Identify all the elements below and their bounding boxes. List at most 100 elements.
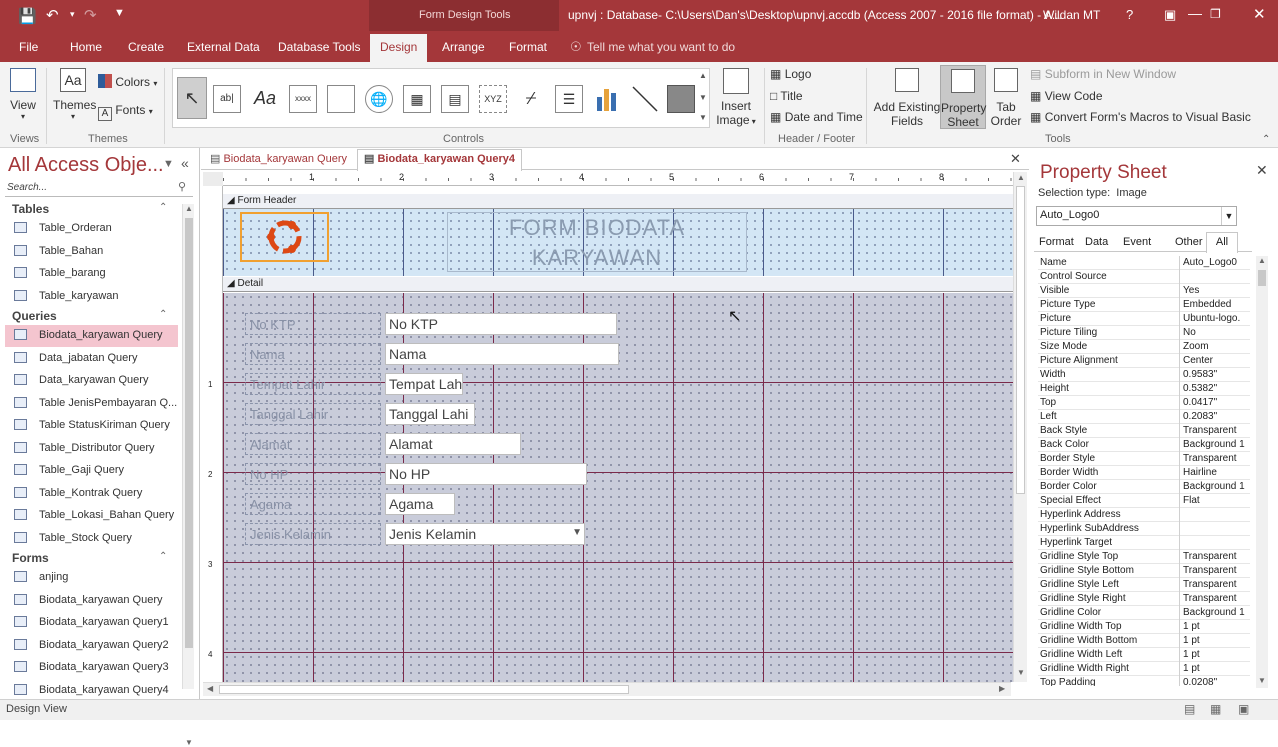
tab-control-icon[interactable] [327,85,355,113]
property-value[interactable]: Hairline [1183,467,1253,478]
logo-button[interactable]: ▦ Logo [770,67,811,81]
property-row[interactable]: Top Padding 0.0208" [1038,676,1250,686]
doc-tab-biodata-query[interactable]: ▤ Biodata_karyawan Query [204,150,353,170]
form-view-icon[interactable]: ▤ [1184,702,1195,716]
detail-section[interactable]: No KTP No KTP Nama Nama Tempat Lahir Tem… [223,293,1013,682]
property-row[interactable]: Back Style Transparent [1038,424,1250,438]
property-value[interactable]: Flat [1183,495,1253,506]
nav-item-query[interactable]: Table StatusKiriman Query [14,419,170,431]
nav-pane-title[interactable]: All Access Obje... [8,154,164,177]
close-document-icon[interactable]: ✕ [1010,151,1021,167]
field-label[interactable]: No HP [245,463,381,485]
collapse-section-icon[interactable]: ⌃ [159,309,167,320]
scroll-down-icon[interactable]: ▼ [185,738,193,747]
layout-view-icon[interactable]: ▦ [1210,702,1221,716]
field-textbox[interactable]: Nama [385,343,619,365]
nav-scroll-thumb[interactable] [185,218,193,648]
prop-tab-format[interactable]: Format [1039,236,1074,248]
property-value[interactable]: Transparent [1183,579,1253,590]
property-value[interactable]: 0.0208" [1183,677,1253,686]
save-icon[interactable]: 💾 [18,7,37,25]
property-value[interactable]: 1 pt [1183,635,1253,646]
close-pane-icon[interactable]: ✕ [1256,162,1268,179]
property-value[interactable]: 0.9583" [1183,369,1253,380]
tab-arrange[interactable]: Arrange [442,40,485,54]
combo-box-icon[interactable]: ☰ [555,85,583,113]
page-break-icon[interactable]: ⌿ [517,85,545,113]
nav-search-input[interactable]: Search... [7,182,47,193]
property-row[interactable]: Gridline Style Bottom Transparent [1038,564,1250,578]
property-row[interactable]: Gridline Width Left 1 pt [1038,648,1250,662]
scroll-down-icon[interactable]: ▼ [1017,668,1025,677]
property-value[interactable]: Embedded [1183,299,1253,310]
doc-vscroll-thumb[interactable] [1016,186,1025,494]
nav-section-forms[interactable]: Forms [12,551,49,565]
property-row[interactable]: Gridline Color Background 1 [1038,606,1250,620]
property-row[interactable]: Hyperlink Address [1038,508,1250,522]
property-value[interactable]: No [1183,327,1253,338]
add-existing-fields-button[interactable]: Add Existing Fields [873,68,941,128]
themes-button[interactable]: Aa Themes ▾ [53,68,96,121]
nav-item-query[interactable]: Data_karyawan Query [14,374,148,386]
gallery-scroll-up-icon[interactable]: ▲ [699,71,707,80]
collapse-section-icon[interactable]: ⌃ [159,551,167,562]
property-row[interactable]: Size Mode Zoom [1038,340,1250,354]
property-value[interactable]: Center [1183,355,1253,366]
label-control-icon[interactable]: Aa [251,85,279,113]
field-label[interactable]: Alamat [245,433,381,455]
property-row[interactable]: Name Auto_Logo0 [1038,256,1250,270]
property-value[interactable]: Background 1 [1183,481,1253,492]
doc-vertical-scrollbar[interactable]: ▲ ▼ [1013,172,1027,682]
tab-database-tools[interactable]: Database Tools [278,40,361,54]
view-code-button[interactable]: ▦ View Code [1030,89,1103,103]
form-title-label[interactable]: FORM BIODATA KARYAWAN [447,212,747,272]
nav-item-table[interactable]: Table_Bahan [14,245,103,257]
prop-tab-event[interactable]: Event [1123,236,1151,248]
property-value[interactable]: Background 1 [1183,607,1253,618]
collapse-ribbon-icon[interactable]: ⌃ [1262,134,1270,145]
nav-item-query[interactable]: Table JenisPembayaran Q... [14,397,177,409]
property-row[interactable]: Visible Yes [1038,284,1250,298]
property-row[interactable]: Hyperlink Target [1038,536,1250,550]
field-label[interactable]: Tempat Lahir [245,373,381,395]
property-row[interactable]: Back Color Background 1 [1038,438,1250,452]
scroll-down-icon[interactable]: ▼ [1258,676,1266,685]
field-textbox[interactable]: No KTP [385,313,617,335]
nav-item-table[interactable]: Table_karyawan [14,290,119,302]
scroll-left-icon[interactable]: ◀ [207,684,213,693]
navigation-control-icon[interactable]: ▤ [441,85,469,113]
property-value[interactable]: 0.5382" [1183,383,1253,394]
doc-horizontal-scrollbar[interactable]: ◀ ▶ [203,682,1011,696]
field-label[interactable]: Nama [245,343,381,365]
web-browser-control-icon[interactable]: ▦ [403,85,431,113]
property-row[interactable]: Gridline Width Right 1 pt [1038,662,1250,676]
nav-item-table[interactable]: Table_barang [14,267,106,279]
combo-box[interactable]: Jenis Kelamin ▼ [385,523,585,545]
field-textbox[interactable]: No HP [385,463,587,485]
tab-order-button[interactable]: Tab Order [989,68,1023,128]
view-button[interactable]: View ▾ [6,68,40,121]
property-row[interactable]: Gridline Width Top 1 pt [1038,620,1250,634]
design-view-icon[interactable]: ▣ [1238,702,1249,716]
property-row[interactable]: Picture Tiling No [1038,326,1250,340]
field-label[interactable]: No KTP [245,313,381,335]
horizontal-ruler[interactable]: 1 2 3 4 5 6 7 8 [223,172,1013,186]
property-row[interactable]: Picture Alignment Center [1038,354,1250,368]
scroll-right-icon[interactable]: ▶ [999,684,1005,693]
colors-button[interactable]: Colors ▾ [98,74,157,89]
form-header-section[interactable]: FORM BIODATA KARYAWAN [223,209,1013,276]
nav-item-form[interactable]: Biodata_karyawan Query3 [14,661,169,673]
chevron-down-icon[interactable]: ▼ [1221,207,1236,225]
shutter-bar-icon[interactable]: « [181,155,189,171]
nav-item-query[interactable]: Biodata_karyawan Query [14,329,163,341]
nav-item-form[interactable]: Biodata_karyawan Query4 [14,684,169,696]
property-row[interactable]: Height 0.5382" [1038,382,1250,396]
nav-item-query[interactable]: Table_Gaji Query [14,464,124,476]
property-value[interactable]: 1 pt [1183,663,1253,674]
property-row[interactable]: Hyperlink SubAddress [1038,522,1250,536]
title-button[interactable]: □ Title [770,89,803,103]
minimize-icon[interactable]: — [1188,5,1202,21]
nav-item-query[interactable]: Table_Lokasi_Bahan Query [14,509,174,521]
field-textbox[interactable]: Tempat Lah [385,373,463,395]
property-row[interactable]: Gridline Width Bottom 1 pt [1038,634,1250,648]
